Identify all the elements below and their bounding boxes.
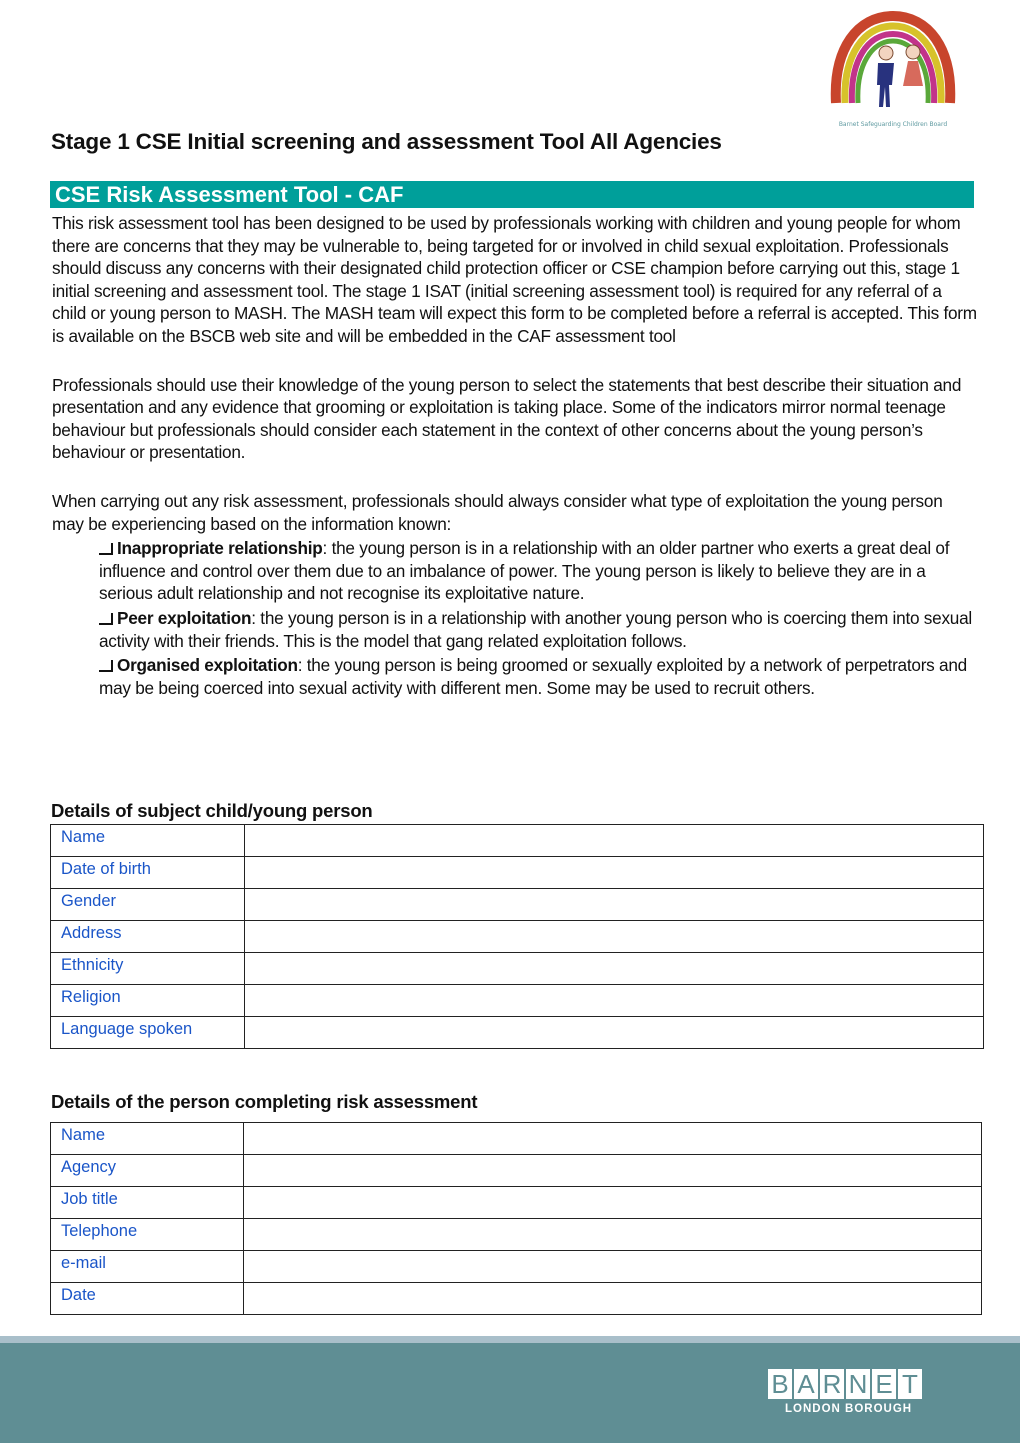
field-label: Gender xyxy=(50,888,245,921)
form-row: e-mail xyxy=(50,1250,982,1283)
field-input[interactable] xyxy=(243,1250,982,1283)
field-input[interactable] xyxy=(244,952,984,985)
field-input[interactable] xyxy=(244,920,984,953)
field-label: Name xyxy=(50,824,245,857)
field-input[interactable] xyxy=(244,856,984,889)
form-row: Date xyxy=(50,1282,982,1315)
form-row: Gender xyxy=(50,888,984,921)
brand-letter: A xyxy=(794,1369,818,1399)
field-input[interactable] xyxy=(244,1016,984,1049)
brand-letter: E xyxy=(872,1369,896,1399)
field-input[interactable] xyxy=(243,1122,982,1155)
form-row: Religion xyxy=(50,984,984,1017)
checkbox[interactable] xyxy=(99,543,113,556)
field-label: Telephone xyxy=(50,1218,244,1251)
exploitation-type-item: Organised exploitation: the young person… xyxy=(99,654,977,699)
subject-details-table: Name Date of birth Gender Address Ethnicity R… xyxy=(50,824,984,1049)
brand-letter: T xyxy=(898,1369,922,1399)
brand-letter: R xyxy=(820,1369,844,1399)
page-title: Stage 1 CSE Initial screening and assess… xyxy=(51,129,722,154)
form-row: Date of birth xyxy=(50,856,984,889)
form-row: Name xyxy=(50,824,984,857)
brand-letter: B xyxy=(768,1369,792,1399)
field-input[interactable] xyxy=(244,888,984,921)
assessor-heading: Details of the person completing risk as… xyxy=(51,1091,478,1112)
form-row: Address xyxy=(50,920,984,953)
form-row: Agency xyxy=(50,1154,982,1187)
intro-paragraph: This risk assessment tool has been desig… xyxy=(52,213,977,346)
svg-text:Barnet Safeguarding Children B: Barnet Safeguarding Children Board xyxy=(839,121,948,128)
form-row: Name xyxy=(50,1122,982,1155)
field-label: Date xyxy=(50,1282,244,1315)
field-label: Address xyxy=(50,920,245,953)
barnet-subtitle: LONDON BOROUGH xyxy=(785,1403,913,1415)
intro-text: This risk assessment tool has been desig… xyxy=(52,212,977,699)
bscb-logo: Barnet Safeguarding Children Board xyxy=(830,10,956,128)
field-label: Date of birth xyxy=(50,856,245,889)
field-label: Religion xyxy=(50,984,245,1017)
checkbox[interactable] xyxy=(99,660,113,673)
form-row: Language spoken xyxy=(50,1016,984,1049)
intro-paragraph: Professionals should use their knowledge… xyxy=(52,374,962,463)
exploitation-type-item: Peer exploitation: the young person is i… xyxy=(99,607,977,652)
barnet-logo: BARNET LONDON BOROUGH xyxy=(768,1369,922,1415)
field-input[interactable] xyxy=(243,1186,982,1219)
checkbox[interactable] xyxy=(99,612,113,625)
field-label: Agency xyxy=(50,1154,244,1187)
field-label: Language spoken xyxy=(50,1016,245,1049)
field-input[interactable] xyxy=(243,1154,982,1187)
type-label: Peer exploitation xyxy=(117,607,252,628)
field-label: Job title xyxy=(50,1186,244,1219)
field-input[interactable] xyxy=(243,1282,982,1315)
field-input[interactable] xyxy=(244,824,984,857)
subject-heading: Details of subject child/young person xyxy=(51,800,373,821)
type-label: Organised exploitation xyxy=(117,655,298,676)
field-label: Ethnicity xyxy=(50,952,245,985)
field-input[interactable] xyxy=(243,1218,982,1251)
form-row: Telephone xyxy=(50,1218,982,1251)
form-row: Ethnicity xyxy=(50,952,984,985)
field-label: e-mail xyxy=(50,1250,244,1283)
exploitation-type-item: Inappropriate relationship: the young pe… xyxy=(99,537,977,605)
section-banner: CSE Risk Assessment Tool - CAF xyxy=(50,181,974,208)
intro-paragraph: When carrying out any risk assessment, p… xyxy=(52,490,943,534)
field-input[interactable] xyxy=(244,984,984,1017)
type-label: Inappropriate relationship xyxy=(117,538,323,559)
form-row: Job title xyxy=(50,1186,982,1219)
field-label: Name xyxy=(50,1122,244,1155)
assessor-details-table: Name Agency Job title Telephone e-mail Date xyxy=(50,1122,982,1315)
brand-letter: N xyxy=(846,1369,870,1399)
